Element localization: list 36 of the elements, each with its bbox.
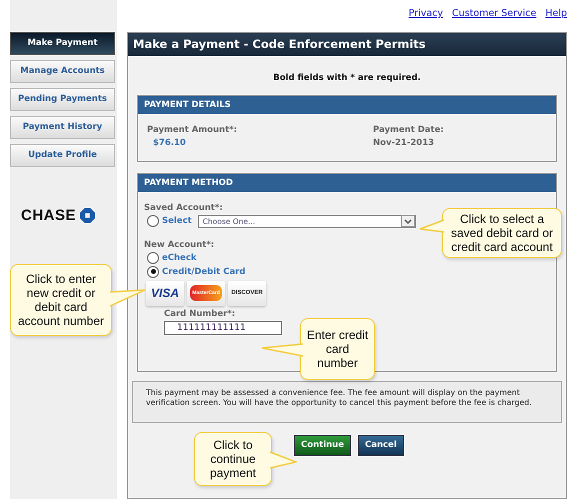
option-label[interactable]: Select — [162, 216, 192, 226]
callout-text: Click to select a saved debit card or credit card account — [450, 212, 554, 254]
field-label: Payment Date: — [373, 124, 444, 135]
card-logo: VISA — [146, 280, 184, 306]
panel-title: Make a Payment - Code Enforcement Permits — [128, 32, 566, 56]
field-label: New Account*: — [144, 240, 214, 250]
field-label: Card Number*: — [164, 308, 236, 319]
continue-button[interactable]: Continue — [294, 434, 351, 456]
callout-text: Click to enter new credit or debit card account number — [16, 272, 106, 328]
sidebar-item[interactable]: Update Profile — [10, 144, 115, 167]
callout-text: Click to continue payment — [208, 438, 258, 480]
chase-logo-text: CHASE — [21, 207, 76, 224]
card-number-field[interactable]: 111111111111 — [164, 320, 282, 335]
section-heading: PAYMENT METHOD — [138, 174, 556, 192]
field-value: $76.10 — [152, 138, 187, 148]
cancel-button[interactable]: Cancel — [358, 434, 404, 456]
header-link[interactable]: Help — [545, 8, 567, 32]
sidebar-item[interactable]: Pending Payments — [10, 88, 115, 111]
required-note: Bold fields with * are required. — [272, 72, 422, 83]
field-label: Payment Amount*: — [147, 124, 237, 135]
header-link[interactable]: Customer Service — [452, 8, 536, 32]
radio-button[interactable] — [147, 252, 159, 264]
option-label[interactable]: eCheck — [162, 252, 197, 263]
octagon-logo-icon — [80, 208, 96, 223]
sidebar-item[interactable]: Manage Accounts — [10, 60, 115, 83]
header-link[interactable]: Privacy — [408, 8, 444, 32]
sidebar-item[interactable]: Make Payment — [10, 32, 115, 55]
callout-text: Enter credit card number — [306, 328, 370, 370]
section-heading: PAYMENT DETAILS — [138, 96, 556, 114]
field-label: Saved Account*: — [144, 202, 223, 213]
radio-button[interactable] — [147, 266, 159, 278]
option-label[interactable]: Credit/Debit Card — [162, 266, 246, 277]
sidebar-item[interactable]: Payment History — [10, 116, 115, 139]
field-value: Nov-21-2013 — [373, 138, 436, 148]
radio-button[interactable] — [147, 215, 159, 228]
chevron-down-icon[interactable] — [400, 215, 415, 228]
